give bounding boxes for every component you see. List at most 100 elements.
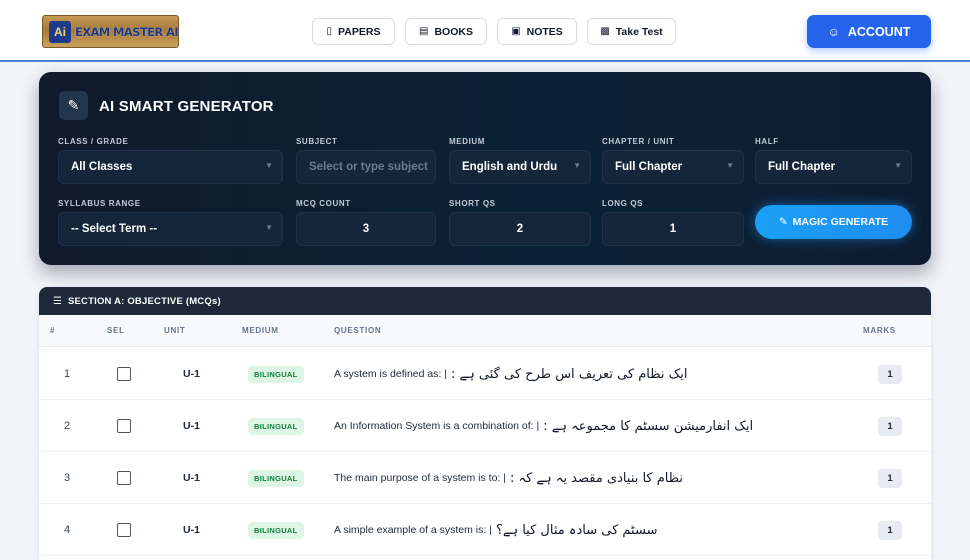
nav-label: Take Test: [615, 25, 663, 38]
nav-books-button[interactable]: ▤ BOOKS: [405, 18, 487, 45]
long-qs-value: 1: [669, 223, 677, 235]
medium-badge: BILINGUAL: [248, 365, 304, 383]
chapter-unit-value: Full Chapter: [615, 161, 683, 173]
chevron-down-icon: ▼: [894, 161, 902, 170]
question-english: A simple example of a system is: |: [334, 524, 492, 536]
select-checkbox[interactable]: [117, 471, 131, 485]
chevron-down-icon: ▼: [573, 161, 581, 170]
row-number: 4: [64, 524, 71, 536]
marks-badge: 1: [878, 364, 902, 384]
nav-label: BOOKS: [434, 25, 473, 38]
row-unit: U-1: [183, 368, 200, 380]
class-grade-select[interactable]: All Classes ▼: [58, 150, 283, 184]
question-english: A system is defined as: |: [334, 368, 448, 380]
select-checkbox[interactable]: [117, 523, 131, 537]
medium-select[interactable]: English and Urdu ▼: [449, 150, 591, 184]
table-header: # SEL UNIT MEDIUM QUESTION MARKS: [39, 315, 931, 347]
account-button[interactable]: ☺ ACCOUNT: [807, 15, 931, 48]
medium-value: English and Urdu: [462, 161, 558, 173]
section-header: ☰ SECTION A: OBJECTIVE (MCQs): [39, 287, 931, 315]
logo-emblem-icon: Ai: [49, 20, 71, 43]
table-row[interactable]: 3 U-1 BILINGUAL The main purpose of a sy…: [39, 452, 931, 504]
select-checkbox[interactable]: [117, 367, 131, 381]
subject-placeholder: Select or type subject: [309, 161, 428, 173]
half-value: Full Chapter: [768, 161, 836, 173]
medium-label: MEDIUM: [449, 137, 486, 146]
test-icon: ▩: [600, 26, 610, 37]
chevron-down-icon: ▼: [265, 161, 273, 170]
nav-notes-button[interactable]: ▣ NOTES: [497, 18, 577, 45]
question-urdu: ایک نظام کی تعریف اس طرح کی گئی ہے :: [451, 366, 688, 382]
long-qs-input[interactable]: 1: [602, 212, 744, 246]
list-icon: ☰: [53, 295, 62, 307]
question-text: An Information System is a combination o…: [334, 419, 753, 434]
question-text: A simple example of a system is: | سسٹم …: [334, 523, 657, 538]
section-title: SECTION A: OBJECTIVE (MCQs): [67, 295, 221, 307]
col-num: #: [50, 326, 56, 335]
ai-smart-generator-panel: ✎ AI SMART GENERATOR CLASS / GRADE SUBJE…: [39, 72, 931, 265]
nav-papers-button[interactable]: ▯ PAPERS: [312, 18, 395, 45]
mcq-count-label: MCQ COUNT: [296, 199, 351, 208]
col-question: QUESTION: [334, 326, 382, 335]
half-select[interactable]: Full Chapter ▼: [755, 150, 912, 184]
nav-take-test-button[interactable]: ▩ Take Test: [587, 18, 676, 45]
col-medium: MEDIUM: [242, 326, 279, 335]
row-unit: U-1: [183, 524, 200, 536]
chapter-unit-select[interactable]: Full Chapter ▼: [602, 150, 744, 184]
col-sel: SEL: [107, 326, 125, 335]
short-qs-input[interactable]: 2: [449, 212, 591, 246]
chevron-down-icon: ▼: [726, 161, 734, 170]
marks-badge: 1: [878, 520, 902, 540]
logo-text: EXAM MASTER AI: [74, 24, 178, 39]
medium-badge: BILINGUAL: [248, 469, 304, 487]
marks-badge: 1: [878, 468, 902, 488]
site-logo[interactable]: Ai EXAM MASTER AI: [42, 15, 179, 48]
syllabus-range-label: SYLLABUS RANGE: [58, 199, 141, 208]
row-unit: U-1: [183, 420, 200, 432]
row-number: 2: [64, 420, 71, 432]
row-number: 3: [64, 472, 71, 484]
mcq-count-value: 3: [362, 223, 370, 235]
long-qs-label: LONG QS: [602, 199, 644, 208]
question-english: An Information System is a combination o…: [334, 420, 540, 432]
subject-label: SUBJECT: [296, 137, 338, 146]
notes-icon: ▣: [511, 26, 521, 37]
marks-badge: 1: [878, 416, 902, 436]
short-qs-label: SHORT QS: [449, 199, 496, 208]
table-row[interactable]: 2 U-1 BILINGUAL An Information System is…: [39, 400, 931, 452]
top-navbar: Ai EXAM MASTER AI ▯ PAPERS ▤ BOOKS ▣ NOT…: [0, 0, 970, 62]
medium-badge: BILINGUAL: [248, 521, 304, 539]
magic-generate-label: MAGIC GENERATE: [792, 216, 889, 228]
question-urdu: نظام کا بنیادی مقصد یہ ہے کہ :: [509, 470, 684, 486]
question-text: A system is defined as: | ایک نظام کی تع…: [334, 367, 688, 382]
user-settings-icon: ☺: [827, 24, 840, 39]
chevron-down-icon: ▼: [265, 223, 273, 232]
account-label: ACCOUNT: [847, 24, 911, 39]
magic-generate-button[interactable]: ✎ MAGIC GENERATE: [755, 205, 912, 239]
paper-icon: ▯: [326, 26, 333, 37]
syllabus-range-select[interactable]: -- Select Term -- ▼: [58, 212, 283, 246]
nav-label: PAPERS: [338, 25, 381, 38]
class-grade-value: All Classes: [71, 161, 133, 173]
section-a-table: ☰ SECTION A: OBJECTIVE (MCQs) # SEL UNIT…: [39, 287, 931, 560]
col-unit: UNIT: [164, 326, 186, 335]
medium-badge: BILINGUAL: [248, 417, 304, 435]
question-text: The main purpose of a system is to: | نظ…: [334, 471, 683, 486]
chapter-unit-label: CHAPTER / UNIT: [602, 137, 675, 146]
question-english: The main purpose of a system is to: |: [334, 472, 506, 484]
syllabus-range-value: -- Select Term --: [71, 223, 158, 235]
subject-input[interactable]: Select or type subject: [296, 150, 436, 184]
mcq-count-input[interactable]: 3: [296, 212, 436, 246]
nav-label: NOTES: [526, 25, 563, 38]
generator-title: AI SMART GENERATOR: [99, 98, 274, 115]
class-grade-label: CLASS / GRADE: [58, 137, 129, 146]
table-row[interactable]: 1 U-1 BILINGUAL A system is defined as: …: [39, 348, 931, 400]
short-qs-value: 2: [516, 223, 524, 235]
select-checkbox[interactable]: [117, 419, 131, 433]
row-unit: U-1: [183, 472, 200, 484]
magic-wand-icon: ✎: [778, 216, 788, 228]
pencil-icon: ✎: [59, 91, 88, 120]
row-number: 1: [64, 368, 71, 380]
question-urdu: ایک انفارمیشن سسٹم کا مجموعہ ہے :: [543, 418, 754, 434]
table-row[interactable]: 4 U-1 BILINGUAL A simple example of a sy…: [39, 504, 931, 556]
